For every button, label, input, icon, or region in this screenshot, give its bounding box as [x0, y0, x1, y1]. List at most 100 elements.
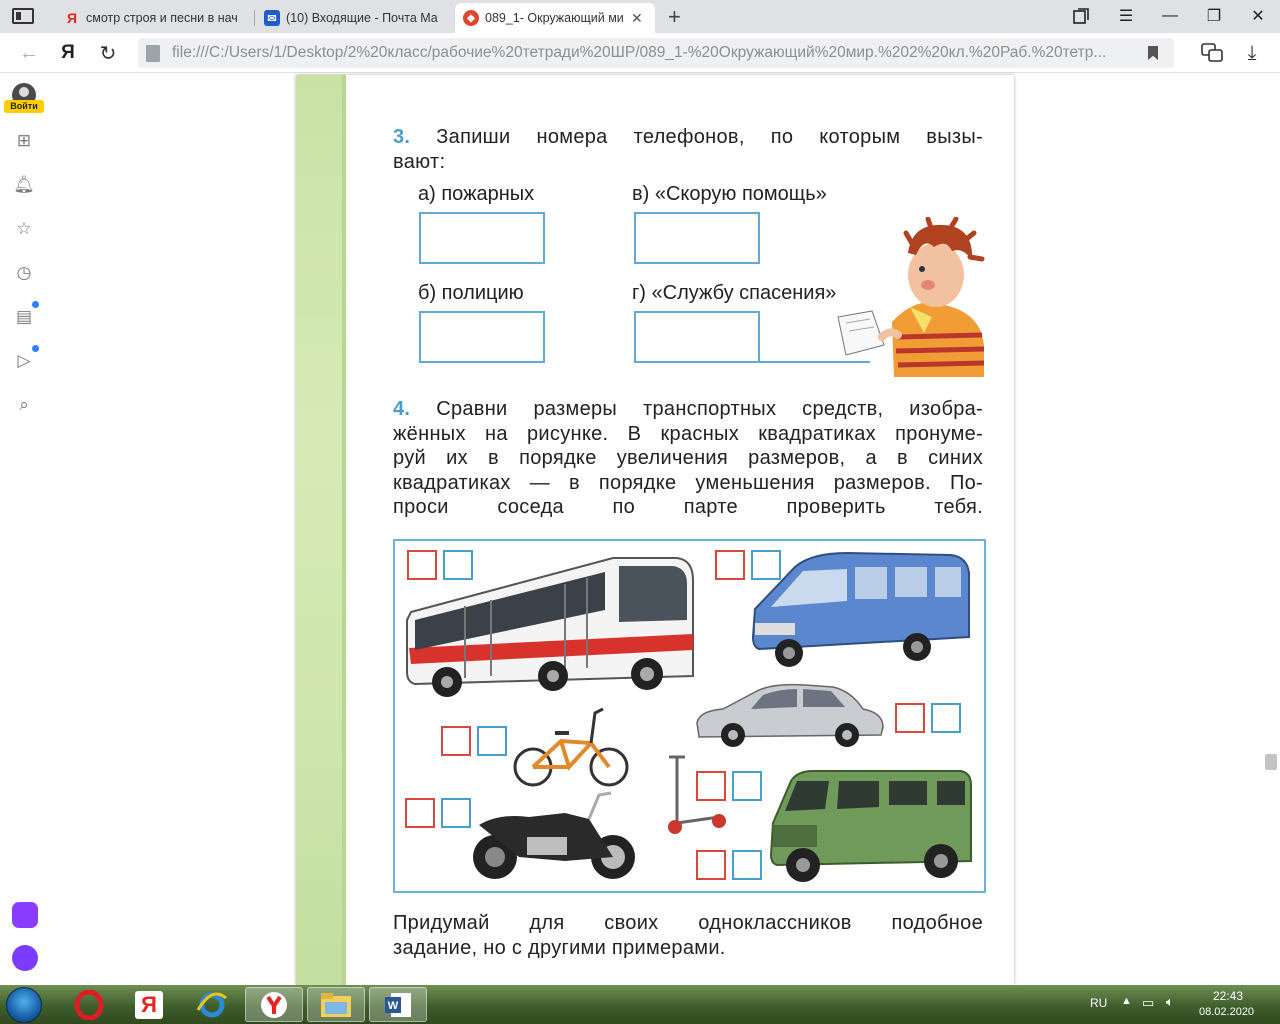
notification-dot — [32, 345, 39, 352]
task3-number: 3. — [393, 126, 411, 148]
task4-line-5: проси соседа по парте проверить тебя. — [393, 496, 983, 518]
task4-text: 4. Сравни размеры транспортных средств, … — [393, 397, 983, 520]
navigation-bar: ← Я ↻ file:///C:/Users/1/Desktop/2%20кла… — [0, 33, 1280, 73]
blue-square-car[interactable] — [931, 703, 961, 733]
yandex-icon[interactable]: Я — [120, 987, 178, 1022]
alice-icon[interactable] — [12, 945, 38, 971]
bookmark-icon[interactable] — [1148, 46, 1158, 60]
alice-app-icon[interactable] — [12, 902, 38, 928]
address-bar[interactable]: file:///C:/Users/1/Desktop/2%20класс/раб… — [138, 38, 1174, 68]
login-button[interactable]: Войти — [4, 100, 44, 113]
tab-document[interactable]: ◆ 089_1- Окружающий ми ✕ — [455, 3, 655, 33]
minibus-image — [751, 551, 970, 667]
blue-square-scooter[interactable] — [732, 771, 762, 801]
phone-box-police[interactable] — [419, 311, 545, 363]
tab-search[interactable]: Я смотр строя и песни в нач — [56, 3, 252, 33]
task4-line-2: жённых на рисунке. В красных квадратиках… — [393, 422, 983, 445]
svg-text:W: W — [388, 1000, 399, 1012]
phone-box-ambulance[interactable] — [634, 212, 760, 264]
task4-number: 4. — [393, 398, 411, 420]
task3-text: 3. Запиши номера телефонов, по которым в… — [393, 125, 983, 174]
bell-icon[interactable]: 🔔︎ — [13, 174, 35, 196]
red-square-motorcycle[interactable] — [405, 798, 435, 828]
language-indicator[interactable]: RU — [1090, 996, 1107, 1010]
motorcycle-image — [473, 791, 635, 879]
footer-task-text: Придумай для своих одноклассников подобн… — [393, 911, 983, 960]
explorer-icon[interactable] — [307, 987, 365, 1022]
star-icon[interactable]: ☆ — [13, 218, 35, 240]
yandex-logo[interactable]: Я — [55, 40, 81, 66]
phone-label-ambulance: в) «Скорую помощь» — [632, 183, 827, 205]
page-margin-strip — [296, 75, 346, 985]
clock-date[interactable]: 08.02.2020 — [1199, 1006, 1254, 1018]
tab-title: смотр строя и песни в нач — [86, 11, 238, 25]
browser-sidebar: Войти ⊞ 🔔︎ ☆ ◷ ▤ ▷ ⌕ — [0, 73, 48, 985]
new-tab-icon[interactable]: + — [668, 4, 681, 30]
tabs-menu-icon[interactable] — [12, 8, 34, 24]
task3-line-2: вают: — [393, 150, 446, 173]
workbook-page: 3. Запиши номера телефонов, по которым в… — [296, 75, 1014, 985]
opera-icon[interactable] — [60, 987, 118, 1022]
task4-line-4: квадратиках — в порядке уменьшения разме… — [393, 471, 983, 494]
red-square-bicycle[interactable] — [441, 726, 471, 756]
network-icon[interactable]: ▭ — [1142, 995, 1154, 1011]
close-window-icon[interactable]: ✕ — [1243, 4, 1273, 28]
translate-icon[interactable] — [1199, 40, 1225, 66]
phone-label-rescue: г) «Службу спасения» — [632, 282, 837, 304]
browser-tab-bar: Я смотр строя и песни в нач ✉ (10) Входя… — [0, 0, 1280, 33]
pdf-icon: ◆ — [463, 10, 479, 26]
blue-square-motorcycle[interactable] — [441, 798, 471, 828]
blue-square-scooter-2[interactable] — [732, 850, 762, 880]
start-button[interactable] — [6, 987, 42, 1023]
red-square-minibus[interactable] — [715, 550, 745, 580]
footer-line-2: задание, но с другими примерами. — [393, 936, 726, 959]
collections-icon[interactable]: ▤ — [13, 306, 35, 328]
phone-box-rescue[interactable] — [634, 311, 760, 363]
phone-box-fire[interactable] — [419, 212, 545, 264]
ie-icon[interactable] — [183, 987, 241, 1022]
notification-dot — [32, 301, 39, 308]
tab-title: (10) Входящие - Почта Ма — [286, 11, 438, 25]
car-image — [696, 683, 884, 747]
back-icon[interactable]: ← — [16, 40, 42, 66]
grid-icon[interactable]: ⊞ — [13, 130, 35, 152]
yandex-browser-icon[interactable] — [245, 987, 303, 1022]
reload-icon[interactable]: ↻ — [95, 40, 121, 66]
lens-icon[interactable]: ⌕ — [13, 394, 35, 416]
minimize-icon[interactable]: — — [1155, 4, 1185, 28]
menu-icon[interactable]: ☰ — [1111, 4, 1141, 28]
video-icon[interactable]: ▷ — [13, 350, 35, 372]
clock-time[interactable]: 22:43 — [1213, 989, 1243, 1003]
scrollbar-thumb[interactable] — [1265, 754, 1277, 770]
transport-picture — [393, 539, 986, 893]
tab-title: 089_1- Окружающий ми — [485, 11, 624, 25]
suv-image — [769, 770, 972, 882]
volume-icon[interactable]: 🔈︎ — [1166, 994, 1174, 1010]
mail-icon: ✉ — [264, 10, 280, 26]
red-square-scooter[interactable] — [696, 771, 726, 801]
phone-label-fire: а) пожарных — [418, 183, 535, 205]
file-icon — [146, 44, 160, 62]
tab-separator — [254, 10, 255, 26]
footer-line-1: Придумай для своих одноклассников подобн… — [393, 912, 983, 934]
red-square-scooter-2[interactable] — [696, 850, 726, 880]
boy-illustration — [837, 217, 985, 377]
word-icon[interactable]: W — [369, 987, 427, 1022]
blue-square-bicycle[interactable] — [477, 726, 507, 756]
phone-label-police: б) полицию — [418, 282, 524, 304]
yandex-icon: Я — [66, 10, 78, 26]
bicycle-image — [513, 707, 629, 787]
red-square-car[interactable] — [895, 703, 925, 733]
task3-line-1: Запиши номера телефонов, по которым вызы… — [436, 126, 984, 148]
tray-expand-icon[interactable]: ▲ — [1121, 995, 1132, 1007]
history-icon[interactable]: ◷ — [13, 262, 35, 284]
close-tab-icon[interactable]: ✕ — [631, 10, 643, 27]
windows-taskbar: Я W RU ▲ ▭ 🔈︎ 22:43 08.02.2020 — [0, 985, 1280, 1024]
task4-line-3: руй их в порядке увеличения размеров, а … — [393, 447, 983, 469]
tab-mail[interactable]: ✉ (10) Входящие - Почта Ма — [256, 3, 452, 33]
restore-icon[interactable]: ❐ — [1199, 4, 1229, 28]
url-text: file:///C:/Users/1/Desktop/2%20класс/раб… — [172, 44, 1107, 61]
bookmarks-panel-icon[interactable] — [1066, 4, 1096, 28]
downloads-icon[interactable]: ⤓ — [1239, 40, 1265, 66]
bus-image — [406, 557, 694, 697]
